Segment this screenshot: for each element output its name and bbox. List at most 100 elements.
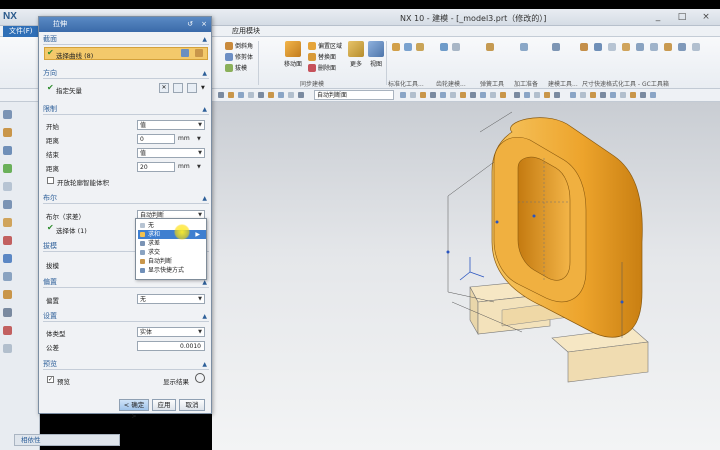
toolbar-icon[interactable] (600, 92, 606, 98)
system-materials-icon[interactable] (3, 218, 12, 227)
toolbar-icon[interactable] (450, 92, 456, 98)
trim-body-button[interactable]: 修剪体 (225, 52, 253, 61)
settings-header[interactable]: 设置 ▲ (43, 311, 209, 322)
offset-region-button[interactable]: 偏置区域 (308, 41, 342, 50)
collapse-icon[interactable]: ▲ (202, 104, 207, 115)
format-tool-icon[interactable] (636, 43, 644, 51)
toolbar-icon[interactable] (640, 92, 646, 98)
reverse-direction-icon[interactable]: ✕ (159, 83, 169, 93)
format-tool-icon[interactable] (580, 43, 588, 51)
toolbar-icon[interactable] (630, 92, 636, 98)
toolbar-icon[interactable] (268, 92, 274, 98)
show-result-label[interactable]: 显示结果 (163, 376, 189, 386)
spring-tool-icon[interactable] (486, 43, 494, 51)
vector-constructor-icon[interactable] (187, 83, 197, 93)
assembly-navigator-icon[interactable] (3, 128, 12, 137)
more-button[interactable]: 更多 (348, 41, 364, 68)
maximize-button[interactable]: □ (670, 11, 694, 23)
toolbar-icon[interactable] (544, 92, 550, 98)
chevron-down-icon[interactable]: ▼ (197, 164, 201, 170)
tool-icon[interactable] (404, 43, 412, 51)
boolean-option-intersect[interactable]: 求交 (138, 248, 206, 257)
direction-header[interactable]: 方向 ▲ (43, 68, 209, 79)
reuse-library-icon[interactable] (3, 164, 12, 173)
apply-button[interactable]: 应用 (152, 399, 176, 411)
open-profile-checkbox[interactable] (47, 177, 54, 184)
toolbar-icon[interactable] (554, 92, 560, 98)
file-menu[interactable]: 文件(F) (3, 26, 39, 37)
format-tool-icon[interactable] (650, 43, 658, 51)
toolbar-icon[interactable] (258, 92, 264, 98)
system-scenes-icon[interactable] (3, 272, 12, 281)
collapse-icon[interactable]: ▲ (202, 359, 207, 370)
start-unit[interactable]: mm (178, 135, 190, 142)
body-type-select[interactable]: 实体 ▼ (137, 327, 205, 337)
toolbar-icon[interactable] (514, 92, 520, 98)
sketch-section-icon[interactable] (181, 49, 189, 57)
boolean-option-shortcuts[interactable]: 显示快捷方式 (138, 266, 206, 275)
format-tool-icon[interactable] (664, 43, 672, 51)
ok-button[interactable]: < 确定 > (119, 399, 149, 420)
toolbar-icon[interactable] (238, 92, 244, 98)
toolbar-icon[interactable] (490, 92, 496, 98)
format-tool-icon[interactable] (622, 43, 630, 51)
history-icon[interactable] (3, 200, 12, 209)
close-icon[interactable]: × (199, 19, 209, 29)
format-tool-icon[interactable] (594, 43, 602, 51)
toolbar-icon[interactable] (590, 92, 596, 98)
minimize-button[interactable]: _ (646, 11, 670, 23)
delete-face-button[interactable]: 删除面 (308, 63, 336, 72)
web-browser-icon[interactable] (3, 182, 12, 191)
toolbar-icon[interactable] (610, 92, 616, 98)
start-distance-input[interactable]: 0 (137, 134, 175, 144)
toolbar-icon[interactable] (480, 92, 486, 98)
start-select[interactable]: 值 ▼ (137, 120, 205, 130)
offset-select[interactable]: 无 ▼ (137, 294, 205, 304)
end-select[interactable]: 值 ▼ (137, 148, 205, 158)
collapse-icon[interactable]: ▲ (202, 193, 207, 204)
limits-header[interactable]: 限制 ▲ (43, 104, 209, 115)
chevron-down-icon[interactable]: ▼ (201, 85, 205, 91)
toolbar-icon[interactable] (228, 92, 234, 98)
replace-face-button[interactable]: 替换面 (308, 52, 336, 61)
settings-icon[interactable] (3, 344, 12, 353)
chevron-down-icon[interactable]: ▼ (197, 136, 201, 142)
format-tool-icon[interactable] (692, 43, 700, 51)
toolbar-icon[interactable] (410, 92, 416, 98)
toolbar-icon[interactable] (278, 92, 284, 98)
toolbar-icon[interactable] (534, 92, 540, 98)
toolbar-icon[interactable] (470, 92, 476, 98)
preview-header[interactable]: 预览 ▲ (43, 359, 209, 370)
toolbar-icon[interactable] (288, 92, 294, 98)
toolbar-icon[interactable] (430, 92, 436, 98)
preview-checkbox[interactable]: ✓ (47, 376, 54, 383)
collapse-icon[interactable]: ▲ (202, 68, 207, 79)
toolbar-icon[interactable] (298, 92, 304, 98)
boolean-header[interactable]: 布尔 ▲ (43, 193, 209, 204)
part-navigator-icon[interactable] (3, 110, 12, 119)
app-modules-menu[interactable]: 应用模块 (232, 26, 260, 37)
collapse-icon[interactable]: ▲ (202, 311, 207, 322)
constraint-navigator-icon[interactable] (3, 146, 12, 155)
toolbar-icon[interactable] (650, 92, 656, 98)
toolbar-icon[interactable] (500, 92, 506, 98)
curve-icon[interactable] (195, 49, 203, 57)
boolean-dropdown-list[interactable]: 无 求和 ▶ 求差 求交 自动判断 显示快捷方式 (135, 218, 207, 280)
reset-icon[interactable]: ↺ (185, 19, 195, 29)
chamfer-button[interactable]: 倒斜角 (225, 41, 253, 50)
toolbar-icon[interactable] (524, 92, 530, 98)
format-tool-icon[interactable] (678, 43, 686, 51)
model-3d-view[interactable] (212, 102, 720, 450)
navigator-icon[interactable] (3, 308, 12, 317)
toolbar-icon[interactable] (218, 92, 224, 98)
tolerance-input[interactable]: 0.0010 (137, 341, 205, 351)
dependency-panel[interactable]: 相依性 (14, 434, 120, 446)
pmi-icon[interactable] (3, 326, 12, 335)
gear-tool-icon[interactable] (452, 43, 460, 51)
boolean-option-subtract[interactable]: 求差 (138, 239, 206, 248)
section-header[interactable]: 截面 ▲ (43, 34, 209, 45)
toolbar-icon[interactable] (248, 92, 254, 98)
modeling-tool-icon[interactable] (552, 43, 560, 51)
view-button[interactable]: 视图 (368, 41, 384, 68)
toolbar-icon[interactable] (570, 92, 576, 98)
